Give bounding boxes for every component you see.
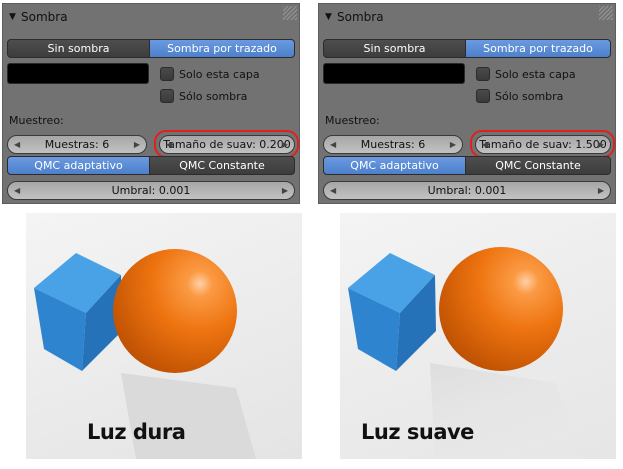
drag-grip-icon[interactable] (283, 6, 297, 20)
checkbox-box[interactable] (476, 89, 490, 103)
shadow-color-swatch[interactable] (7, 63, 149, 84)
panel-header[interactable]: ▼ Sombra (319, 4, 615, 30)
samples-field[interactable]: ◀ Muestras: 6 ▶ (323, 135, 463, 154)
no-shadow-button[interactable]: Sin sombra (323, 39, 466, 58)
only-shadow-checkbox[interactable]: Sólo sombra (160, 89, 330, 105)
threshold-field[interactable]: ◀ Umbral: 0.001 ▶ (7, 181, 295, 200)
collapse-triangle-icon[interactable]: ▼ (9, 12, 16, 22)
cube (34, 253, 122, 371)
highlight-ring (154, 130, 299, 158)
checkbox-label: Solo esta capa (179, 68, 260, 81)
shadow-panel-left: ▼ Sombra Sin sombra Sombra por trazado S… (2, 3, 300, 204)
soft-shadow (430, 363, 585, 459)
caption-hard-light: Luz dura (87, 420, 186, 444)
panel-header[interactable]: ▼ Sombra (3, 4, 299, 30)
sphere (439, 247, 563, 371)
decrement-arrow-icon[interactable]: ◀ (330, 136, 336, 153)
checkbox-box[interactable] (476, 67, 490, 81)
cube (348, 253, 436, 371)
threshold-value: Umbral: 0.001 (111, 184, 191, 197)
hard-shadow (121, 373, 256, 459)
sampling-label: Muestreo: (325, 114, 380, 127)
qmc-adaptive-button[interactable]: QMC adaptativo (323, 156, 466, 175)
checkbox-box[interactable] (160, 89, 174, 103)
checkbox-label: Sólo sombra (495, 90, 564, 103)
only-this-layer-checkbox[interactable]: Solo esta capa (160, 67, 330, 83)
decrement-arrow-icon[interactable]: ◀ (330, 182, 336, 199)
collapse-triangle-icon[interactable]: ▼ (325, 12, 332, 22)
decrement-arrow-icon[interactable]: ◀ (14, 182, 20, 199)
shadow-color-swatch[interactable] (323, 63, 465, 84)
increment-arrow-icon[interactable]: ▶ (282, 182, 288, 199)
qmc-adaptive-button[interactable]: QMC adaptativo (7, 156, 150, 175)
panel-title: Sombra (21, 10, 68, 24)
highlight-ring (470, 130, 615, 158)
no-shadow-button[interactable]: Sin sombra (7, 39, 150, 58)
render-soft-light: Luz suave (340, 213, 616, 459)
increment-arrow-icon[interactable]: ▶ (598, 182, 604, 199)
panel-title: Sombra (337, 10, 384, 24)
shadow-panel-right: ▼ Sombra Sin sombra Sombra por trazado S… (318, 3, 616, 204)
only-shadow-checkbox[interactable]: Sólo sombra (476, 89, 623, 105)
render-hard-light: Luz dura (26, 213, 302, 459)
sampling-label: Muestreo: (9, 114, 64, 127)
increment-arrow-icon[interactable]: ▶ (450, 136, 456, 153)
samples-value: Muestras: 6 (360, 138, 426, 151)
drag-grip-icon[interactable] (599, 6, 613, 20)
caption-soft-light: Luz suave (361, 420, 474, 444)
sphere (113, 249, 237, 373)
only-this-layer-checkbox[interactable]: Solo esta capa (476, 67, 623, 83)
decrement-arrow-icon[interactable]: ◀ (14, 136, 20, 153)
qmc-constant-button[interactable]: QMC Constante (149, 156, 295, 175)
checkbox-label: Solo esta capa (495, 68, 576, 81)
threshold-value: Umbral: 0.001 (427, 184, 507, 197)
threshold-field[interactable]: ◀ Umbral: 0.001 ▶ (323, 181, 611, 200)
increment-arrow-icon[interactable]: ▶ (134, 136, 140, 153)
checkbox-box[interactable] (160, 67, 174, 81)
checkbox-label: Sólo sombra (179, 90, 248, 103)
ray-shadow-button[interactable]: Sombra por trazado (465, 39, 611, 58)
qmc-constant-button[interactable]: QMC Constante (465, 156, 611, 175)
samples-field[interactable]: ◀ Muestras: 6 ▶ (7, 135, 147, 154)
ray-shadow-button[interactable]: Sombra por trazado (149, 39, 295, 58)
samples-value: Muestras: 6 (44, 138, 110, 151)
